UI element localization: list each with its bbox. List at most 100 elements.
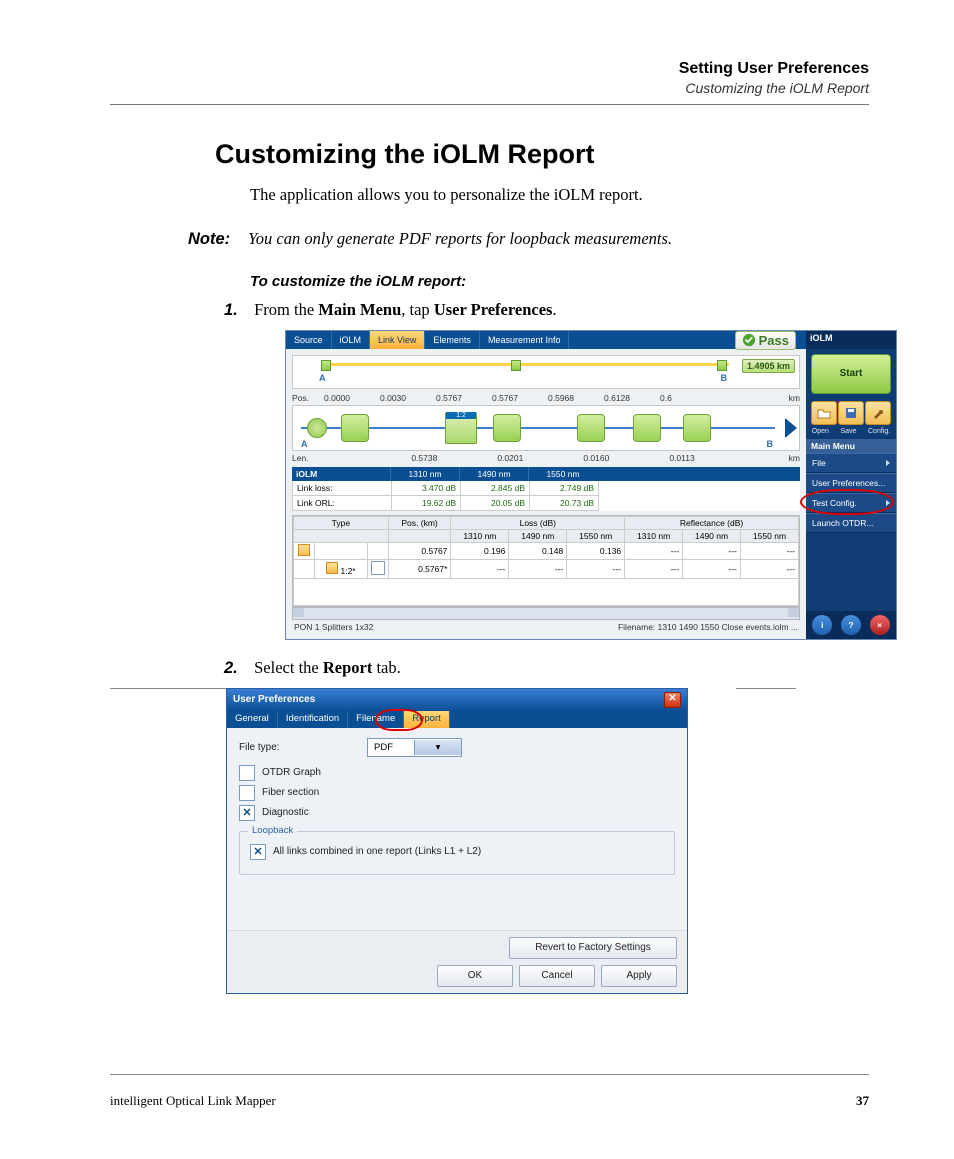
checkbox-icon[interactable]: ✕ xyxy=(239,805,255,821)
section-title: Customizing the iOLM Report xyxy=(110,80,869,96)
footer-product: intelligent Optical Link Mapper xyxy=(110,1093,276,1109)
app-brand: iOLM xyxy=(806,331,896,349)
start-button[interactable]: Start xyxy=(811,354,891,394)
splitter-type-icon xyxy=(326,562,338,574)
checkbox-icon[interactable] xyxy=(239,785,255,801)
footer-rule xyxy=(110,1074,869,1075)
chevron-right-icon xyxy=(886,500,890,506)
horizontal-scrollbar[interactable] xyxy=(292,607,800,620)
group-title: Loopback xyxy=(248,825,297,836)
tab-link-view[interactable]: Link View xyxy=(370,331,425,349)
wavelength-header: iOLM 1310 nm 1490 nm 1550 nm xyxy=(292,467,800,481)
tab-iolm[interactable]: iOLM xyxy=(332,331,371,349)
file-type-label: File type: xyxy=(239,742,357,753)
scroll-right-icon[interactable] xyxy=(788,608,799,617)
ruler-marker[interactable] xyxy=(321,360,331,371)
config-button[interactable] xyxy=(865,401,891,425)
close-app-button[interactable]: × xyxy=(870,615,890,635)
table-row[interactable]: 1:2* 0.5767* --- --- --- --- --- --- xyxy=(294,559,799,578)
length-row: Len. 0.5738 0.0201 0.0160 0.0113 km xyxy=(292,453,800,463)
loopback-group: Loopback ✕ All links combined in one rep… xyxy=(239,831,675,875)
event-type-icon xyxy=(298,544,310,556)
marker-b-label: B xyxy=(721,373,728,383)
menu-item-test-config[interactable]: Test Config. xyxy=(806,493,896,513)
chevron-right-icon xyxy=(886,460,890,466)
overview-ruler[interactable]: A B 1.4905 km xyxy=(292,355,800,389)
info-button[interactable]: i xyxy=(812,615,832,635)
dialog-title: User Preferences xyxy=(233,694,315,705)
link-loss-row: Link loss: 3.470 dB 2.845 dB 2.749 dB xyxy=(292,481,800,496)
main-menu-header: Main Menu xyxy=(806,439,896,453)
screenshot-user-preferences: User Preferences ✕ General Identificatio… xyxy=(220,688,760,994)
cancel-button[interactable]: Cancel xyxy=(519,965,595,987)
position-row: Pos. 0.0000 0.0030 0.5767 0.5767 0.5968 … xyxy=(292,393,800,403)
file-type-select[interactable]: PDF ▾ xyxy=(367,738,462,757)
link-orl-row: Link ORL: 19.62 dB 20.05 dB 20.73 dB xyxy=(292,496,800,511)
tab-identification[interactable]: Identification xyxy=(278,711,348,728)
checkbox-otdr-graph[interactable]: OTDR Graph xyxy=(239,765,675,781)
dropdown-icon[interactable] xyxy=(371,561,385,575)
status-filename: Filename: 1310 1490 1550 Close events.io… xyxy=(618,622,798,632)
table-row[interactable]: 0.5767 0.196 0.148 0.136 --- --- --- xyxy=(294,542,799,559)
checkbox-icon[interactable] xyxy=(239,765,255,781)
header-rule xyxy=(110,104,869,105)
event-strip[interactable]: A B xyxy=(292,405,800,451)
close-icon[interactable]: ✕ xyxy=(664,692,681,708)
marker-a-label: A xyxy=(301,439,308,449)
check-icon xyxy=(742,333,756,347)
ruler-marker[interactable] xyxy=(717,360,727,371)
marker-a-label: A xyxy=(319,373,326,383)
top-tabs: Source iOLM Link View Elements Measureme… xyxy=(286,331,806,349)
chapter-title: Setting User Preferences xyxy=(110,60,869,78)
dialog-titlebar[interactable]: User Preferences ✕ xyxy=(227,689,687,711)
help-button[interactable]: ? xyxy=(841,615,861,635)
pass-badge: Pass xyxy=(735,331,796,350)
procedure-title: To customize the iOLM report: xyxy=(250,273,869,290)
splitter-icon[interactable] xyxy=(445,412,477,444)
tab-elements[interactable]: Elements xyxy=(425,331,480,349)
step-2: 2. Select the Report tab. xyxy=(250,658,869,678)
folder-icon xyxy=(817,407,831,419)
menu-item-file[interactable]: File xyxy=(806,453,896,473)
open-button[interactable] xyxy=(811,401,837,425)
screenshot-iolm-app: Source iOLM Link View Elements Measureme… xyxy=(285,330,869,640)
event-icon[interactable] xyxy=(493,414,521,442)
wrench-icon xyxy=(872,407,884,419)
tab-report[interactable]: Report xyxy=(404,711,450,728)
checkbox-icon[interactable]: ✕ xyxy=(250,844,266,860)
checkbox-diagnostic[interactable]: ✕ Diagnostic xyxy=(239,805,675,821)
page-number: 37 xyxy=(856,1093,869,1109)
checkbox-all-links[interactable]: ✕ All links combined in one report (Link… xyxy=(250,844,664,860)
revert-button[interactable]: Revert to Factory Settings xyxy=(509,937,677,959)
event-icon[interactable] xyxy=(633,414,661,442)
event-icon[interactable] xyxy=(683,414,711,442)
step-number: 1. xyxy=(224,301,250,320)
event-icon[interactable] xyxy=(577,414,605,442)
save-button[interactable] xyxy=(838,401,864,425)
tab-general[interactable]: General xyxy=(227,711,278,728)
total-length-badge: 1.4905 km xyxy=(742,359,795,373)
apply-button[interactable]: Apply xyxy=(601,965,677,987)
event-icon[interactable] xyxy=(307,418,327,438)
ok-button[interactable]: OK xyxy=(437,965,513,987)
page-title: Customizing the iOLM Report xyxy=(215,139,869,170)
note-label: Note: xyxy=(188,228,244,250)
ruler-marker[interactable] xyxy=(511,360,521,371)
page-footer: intelligent Optical Link Mapper 37 xyxy=(110,1093,869,1109)
menu-item-user-preferences[interactable]: User Preferences... xyxy=(806,473,896,493)
preference-tabs: General Identification Filename Report xyxy=(227,711,687,728)
scroll-right-icon[interactable] xyxy=(785,418,797,438)
tab-measurement-info[interactable]: Measurement Info xyxy=(480,331,570,349)
side-panel: iOLM Start Open Save Config. Main Menu F… xyxy=(806,331,896,639)
event-icon[interactable] xyxy=(341,414,369,442)
step-1: 1. From the Main Menu, tap User Preferen… xyxy=(250,300,869,320)
chevron-down-icon[interactable]: ▾ xyxy=(414,740,461,755)
tab-source[interactable]: Source xyxy=(286,331,332,349)
tab-filename[interactable]: Filename xyxy=(348,711,404,728)
status-bar: PON 1 Splitters 1x32 Filename: 1310 1490… xyxy=(286,620,806,634)
checkbox-fiber-section[interactable]: Fiber section xyxy=(239,785,675,801)
events-grid[interactable]: Type Pos. (km) Loss (dB) Reflectance (dB… xyxy=(292,515,800,607)
scroll-left-icon[interactable] xyxy=(293,608,304,617)
menu-item-launch-otdr[interactable]: Launch OTDR... xyxy=(806,513,896,533)
intro-paragraph: The application allows you to personaliz… xyxy=(250,184,869,206)
